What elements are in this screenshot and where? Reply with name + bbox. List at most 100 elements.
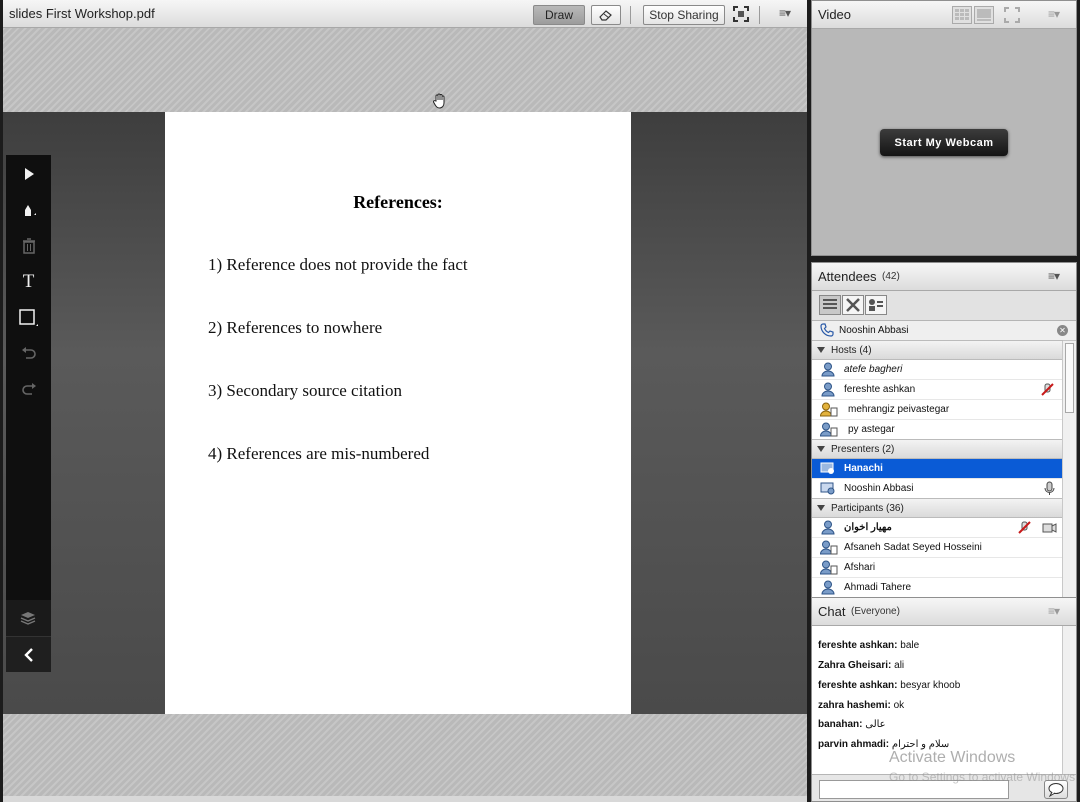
attendee-row[interactable]: fereshte ashkan (812, 380, 1063, 400)
chat-message: fereshte ashkan: bale (818, 640, 919, 651)
video-pod: Video ≡▾ Start My Webcam (811, 0, 1077, 256)
attendee-search-row[interactable]: Nooshin Abbasi ✕ (812, 321, 1076, 341)
chat-message: zahra hashemi: ok (818, 700, 904, 711)
group-header-hosts[interactable]: Hosts (4) (812, 340, 1063, 360)
attendee-row[interactable]: py astegar (812, 420, 1063, 440)
activate-windows-watermark: Activate Windows (889, 749, 1016, 766)
select-tool-icon[interactable] (6, 156, 51, 192)
attendees-pod: Attendees (42) ≡▾ Nooshin Abbasi ✕ Hosts… (811, 262, 1077, 598)
group-label: Participants (36) (831, 503, 904, 514)
phone-icon (820, 323, 834, 337)
chat-text: besyar khoob (900, 680, 961, 691)
stop-sharing-button[interactable]: Stop Sharing (643, 5, 725, 25)
attendee-row[interactable]: مهیار اخوان (812, 518, 1063, 538)
attendee-row-selected[interactable]: Hanachi (812, 459, 1063, 479)
chat-scrollbar[interactable] (1062, 626, 1076, 774)
attendees-pod-menu-button[interactable]: ≡▾ (1048, 269, 1060, 283)
chat-scope: (Everyone) (851, 606, 900, 617)
participant-icon (819, 540, 838, 555)
reference-item: 3) Secondary source citation (208, 381, 403, 400)
attendees-pod-title: Attendees (818, 269, 877, 284)
fullscreen-icon[interactable] (1004, 7, 1020, 23)
video-pod-title: Video (818, 7, 852, 22)
grid-view-icon[interactable] (952, 6, 972, 24)
attendee-name: Afshari (844, 562, 876, 573)
reference-item: 4) References are mis-numbered (208, 444, 430, 463)
group-header-presenters[interactable]: Presenters (2) (812, 439, 1063, 459)
hand-cursor-icon (431, 92, 449, 110)
drawing-toolbar: T (6, 155, 51, 672)
attendee-name: py astegar (848, 424, 895, 435)
share-pod-title: slides First Workshop.pdf (9, 6, 155, 21)
mic-muted-icon (1040, 382, 1055, 397)
presenter-icon (820, 481, 836, 496)
attendee-row[interactable]: mehrangiz peivastegar (812, 400, 1063, 420)
presenter-icon (820, 461, 836, 476)
chat-text: ok (893, 700, 905, 711)
layers-icon[interactable] (6, 600, 51, 636)
chat-sender: parvin ahmadi: (818, 739, 890, 750)
draw-button[interactable]: Draw (533, 5, 585, 25)
video-pod-menu-button[interactable]: ≡▾ (1048, 7, 1060, 21)
webcam-icon (1042, 520, 1057, 535)
filmstrip-view-icon[interactable] (974, 6, 994, 24)
eraser-icon (599, 10, 612, 21)
collapse-toolbar-button[interactable] (6, 636, 51, 672)
text-tool-icon[interactable]: T (6, 264, 51, 300)
reference-item: 1) Reference does not provide the fact (208, 255, 468, 274)
attendee-row[interactable]: Afshari (812, 558, 1063, 578)
host-pending-icon (819, 422, 838, 437)
redo-icon[interactable] (6, 372, 51, 408)
host-pending-icon (819, 402, 838, 417)
scrollbar-thumb[interactable] (1065, 343, 1074, 413)
attendee-count: (42) (882, 271, 900, 282)
document-title: References: (353, 192, 443, 212)
activate-windows-hint: Go to Settings to activate Windows. (889, 770, 1077, 784)
chat-pod-title: Chat (818, 604, 846, 619)
fullscreen-icon[interactable] (733, 6, 749, 22)
attendee-row[interactable]: Afsaneh Sadat Seyed Hosseini (812, 538, 1063, 558)
attendee-row[interactable]: Ahmadi Tahere (812, 578, 1063, 597)
undo-icon[interactable] (6, 336, 51, 372)
attendees-pod-header: Attendees (42) ≡▾ (812, 263, 1076, 291)
clear-search-icon[interactable]: ✕ (1057, 325, 1068, 336)
attendee-row[interactable]: Nooshin Abbasi (812, 479, 1063, 499)
chat-sender: fereshte ashkan: (818, 640, 898, 651)
stage-bottom (3, 714, 807, 802)
attendee-scrollbar[interactable] (1062, 341, 1076, 597)
chat-sender: Zahra Gheisari: (818, 660, 892, 671)
status-view-icon[interactable] (842, 295, 864, 315)
attendee-search-value: Nooshin Abbasi (839, 325, 909, 336)
participant-icon (820, 520, 836, 535)
chat-message: fereshte ashkan: besyar khoob (818, 680, 960, 691)
chat-sender: fereshte ashkan: (818, 680, 898, 691)
chat-message: Zahra Gheisari: ali (818, 660, 904, 671)
chat-pod-menu-button[interactable]: ≡▾ (1048, 604, 1060, 618)
video-pod-header: Video ≡▾ (812, 1, 1076, 29)
group-header-participants[interactable]: Participants (36) (812, 498, 1063, 518)
microphone-icon (1042, 481, 1057, 496)
chat-pod-header: Chat (Everyone) ≡▾ (812, 598, 1076, 626)
attendee-name: Nooshin Abbasi (844, 483, 914, 494)
share-stage: References: 1) Reference does not provid… (3, 28, 807, 802)
attendee-name: Afsaneh Sadat Seyed Hosseini (844, 542, 982, 553)
attendee-view-switcher (812, 291, 1076, 321)
highlighter-tool-icon[interactable] (6, 192, 51, 228)
eraser-button[interactable] (591, 5, 621, 25)
start-webcam-button[interactable]: Start My Webcam (880, 129, 1008, 156)
participant-icon (819, 560, 838, 575)
shape-tool-icon[interactable] (6, 300, 51, 336)
list-view-icon[interactable] (819, 295, 841, 315)
toolbar-separator (759, 6, 760, 24)
caret-down-icon (817, 505, 825, 511)
breakout-view-icon[interactable] (865, 295, 887, 315)
attendee-name: Ahmadi Tahere (844, 582, 912, 593)
document-page: References: 1) Reference does not provid… (165, 112, 631, 714)
attendee-name: Hanachi (844, 463, 883, 474)
delete-tool-icon[interactable] (6, 228, 51, 264)
attendee-row[interactable]: atefe bagheri (812, 360, 1063, 380)
share-pod-footer (3, 796, 807, 802)
share-pod-menu-button[interactable]: ≡▾ (779, 6, 791, 20)
chat-text: bale (900, 640, 920, 651)
toolbar-separator (630, 6, 631, 24)
